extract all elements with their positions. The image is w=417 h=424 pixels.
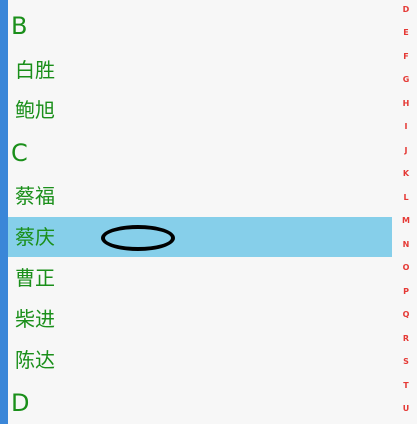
contact-name: 白胜	[15, 58, 55, 82]
index-letter-k[interactable]: K	[395, 169, 417, 179]
contact-row-chen-da[interactable]: 陈达	[8, 340, 392, 380]
index-letter-s[interactable]: S	[395, 357, 417, 367]
contact-row-bai-sheng[interactable]: 白胜	[8, 50, 392, 90]
index-letter-f[interactable]: F	[395, 52, 417, 62]
index-letter-l[interactable]: L	[395, 193, 417, 203]
contact-list[interactable]: B 白胜 鲍旭 C 蔡福 蔡庆 曹正 柴进 陈达 D	[8, 0, 392, 424]
index-letter-q[interactable]: Q	[395, 310, 417, 320]
section-header-c: C	[11, 139, 28, 167]
index-letter-e[interactable]: E	[395, 28, 417, 38]
oval-annotation-marker	[101, 225, 175, 251]
contact-name: 鲍旭	[15, 98, 55, 122]
contact-row-bao-xu[interactable]: 鲍旭	[8, 90, 392, 130]
index-letter-h[interactable]: H	[395, 99, 417, 109]
index-letter-i[interactable]: I	[395, 122, 417, 132]
index-letter-o[interactable]: O	[395, 263, 417, 273]
index-letter-r[interactable]: R	[395, 334, 417, 344]
contact-name: 曹正	[15, 266, 55, 290]
contact-name: 蔡福	[15, 184, 55, 208]
index-letter-m[interactable]: M	[395, 216, 417, 226]
index-letter-g[interactable]: G	[395, 75, 417, 85]
contact-name: 柴进	[15, 307, 55, 331]
contact-row-cai-qing[interactable]: 蔡庆	[8, 217, 392, 257]
contact-row-cao-zheng[interactable]: 曹正	[8, 258, 392, 298]
left-edge-strip	[0, 0, 8, 424]
index-letter-n[interactable]: N	[395, 240, 417, 250]
contact-row-cai-fu[interactable]: 蔡福	[8, 176, 392, 216]
alphabet-index-bar[interactable]: D E F G H I J K L M N O P Q R S T U	[395, 0, 417, 424]
section-header-d: D	[11, 389, 30, 417]
contact-name: 陈达	[15, 348, 55, 372]
index-letter-t[interactable]: T	[395, 381, 417, 391]
index-letter-u[interactable]: U	[395, 404, 417, 414]
contact-name: 蔡庆	[15, 225, 55, 249]
index-letter-j[interactable]: J	[395, 146, 417, 156]
index-letter-d[interactable]: D	[395, 5, 417, 15]
contact-row-chai-jin[interactable]: 柴进	[8, 299, 392, 339]
index-letter-p[interactable]: P	[395, 287, 417, 297]
section-header-b: B	[11, 12, 28, 40]
